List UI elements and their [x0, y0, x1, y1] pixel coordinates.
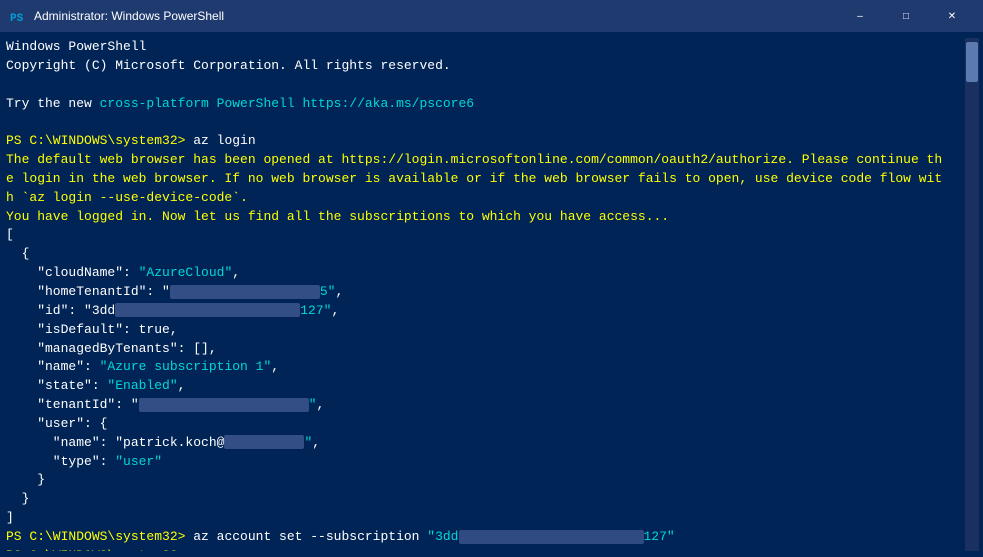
- line-16: "isDefault": true,: [6, 321, 965, 340]
- line-14: "homeTenantId": " 5",: [6, 283, 965, 302]
- line-13: "cloudName": "AzureCloud",: [6, 264, 965, 283]
- scrollbar-thumb[interactable]: [966, 42, 978, 82]
- line-17: "managedByTenants": [],: [6, 340, 965, 359]
- title-bar: PS Administrator: Windows PowerShell – □…: [0, 0, 983, 32]
- minimize-icon: –: [857, 11, 863, 22]
- line-3: [6, 76, 965, 95]
- terminal-window[interactable]: Windows PowerShell Copyright (C) Microso…: [0, 32, 983, 557]
- line-8: e login in the web browser. If no web br…: [6, 170, 965, 189]
- close-button[interactable]: ✕: [929, 0, 975, 32]
- line-9: h `az login --use-device-code`.: [6, 189, 965, 208]
- line-21: "user": {: [6, 415, 965, 434]
- line-15: "id": "3dd 127",: [6, 302, 965, 321]
- scrollbar[interactable]: [965, 38, 979, 551]
- line-1: Windows PowerShell: [6, 38, 965, 57]
- line-10: You have logged in. Now let us find all …: [6, 208, 965, 227]
- maximize-icon: □: [903, 11, 909, 22]
- line-2: Copyright (C) Microsoft Corporation. All…: [6, 57, 965, 76]
- line-11: [: [6, 226, 965, 245]
- line-22: "name": "patrick.koch@ ",: [6, 434, 965, 453]
- window-title: Administrator: Windows PowerShell: [34, 9, 837, 23]
- close-icon: ✕: [948, 11, 956, 22]
- line-5: [6, 113, 965, 132]
- line-19: "state": "Enabled",: [6, 377, 965, 396]
- line-27: PS C:\WINDOWS\system32> az account set -…: [6, 528, 965, 547]
- window-controls: – □ ✕: [837, 0, 975, 32]
- line-28: PS C:\WINDOWS\system32>: [6, 547, 965, 551]
- line-12: {: [6, 245, 965, 264]
- line-24: }: [6, 471, 965, 490]
- line-7: The default web browser has been opened …: [6, 151, 965, 170]
- line-4: Try the new cross-platform PowerShell ht…: [6, 95, 965, 114]
- line-26: ]: [6, 509, 965, 528]
- terminal-content: Windows PowerShell Copyright (C) Microso…: [6, 38, 965, 551]
- minimize-button[interactable]: –: [837, 0, 883, 32]
- line-23: "type": "user": [6, 453, 965, 472]
- line-25: }: [6, 490, 965, 509]
- line-18: "name": "Azure subscription 1",: [6, 358, 965, 377]
- line-6: PS C:\WINDOWS\system32> az login: [6, 132, 965, 151]
- line-20: "tenantId": " ",: [6, 396, 965, 415]
- svg-text:PS: PS: [10, 13, 24, 25]
- powershell-icon: PS: [8, 7, 26, 25]
- maximize-button[interactable]: □: [883, 0, 929, 32]
